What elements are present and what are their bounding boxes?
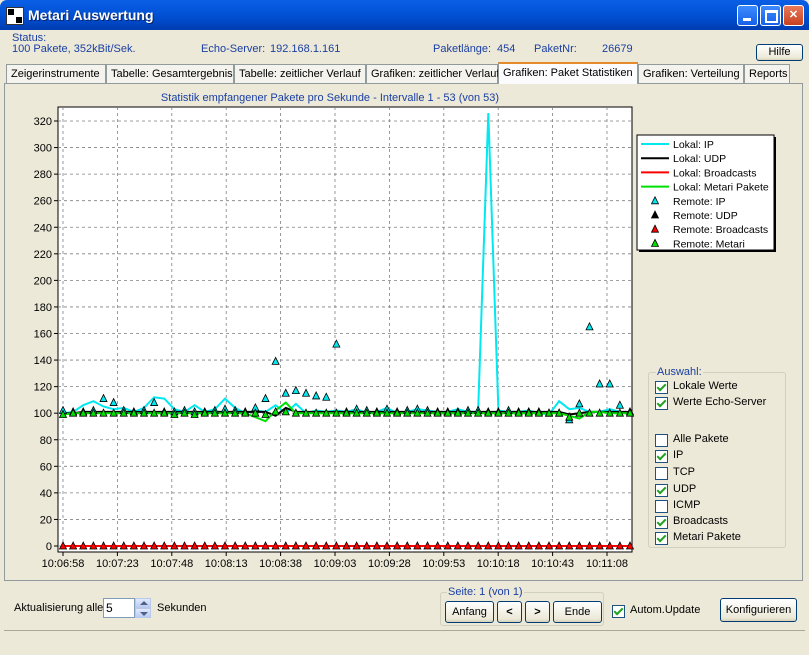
checkbox-check-icon xyxy=(655,397,668,410)
auswahl-item-label: IP xyxy=(673,449,684,461)
checkbox-check-icon xyxy=(655,450,668,463)
checkbox-check-icon xyxy=(655,516,668,529)
help-button[interactable]: Hilfe xyxy=(756,44,803,61)
tab-reports[interactable]: Reports xyxy=(744,64,790,83)
status-area: Status: 100 Pakete, 352kBit/Sek. Echo-Se… xyxy=(0,30,809,62)
auswahl-item-label: Alle Pakete xyxy=(673,433,729,445)
auswahl-item-label: Lokale Werte xyxy=(673,380,738,392)
konfigurieren-button[interactable]: Konfigurieren xyxy=(720,598,797,622)
main-window: Metari Auswertung ✕ Status: 100 Pakete, … xyxy=(0,0,809,655)
auswahl-item-label: Broadcasts xyxy=(673,515,729,527)
checkbox-empty-icon xyxy=(655,434,668,447)
auswahl-item-label: Werte Echo-Server xyxy=(673,396,767,408)
checkbox-empty-icon xyxy=(655,500,668,513)
auswahl-checkbox-icmp[interactable]: ICMP xyxy=(655,499,795,514)
tab-grafiken-verteilung[interactable]: Grafiken: Verteilung xyxy=(638,64,744,83)
update-interval-spinner: 5 xyxy=(103,598,151,618)
tab-bar: Zeigerinstrumente Tabelle: Gesamtergebni… xyxy=(6,62,803,84)
checkbox-check-icon xyxy=(655,484,668,497)
seite-label: Seite: 1 (von 1) xyxy=(447,586,524,598)
tab-grafiken-zeitlicher-verlauf[interactable]: Grafiken: zeitlicher Verlauf xyxy=(366,64,499,83)
paketlaenge-label: Paketlänge: xyxy=(433,43,492,55)
auswahl-checkbox-broadcasts[interactable]: Broadcasts xyxy=(655,515,795,530)
minimize-button[interactable] xyxy=(737,5,758,26)
auswahl-checkbox-lokale-werte[interactable]: Lokale Werte xyxy=(655,380,795,395)
auswahl-item-label: Metari Pakete xyxy=(673,531,741,543)
ende-button[interactable]: Ende xyxy=(553,601,602,623)
auswahl-item-label: TCP xyxy=(673,466,695,478)
minimize-icon xyxy=(743,18,751,21)
auswahl-checkbox-tcp[interactable]: TCP xyxy=(655,466,795,481)
checkbox-check-icon xyxy=(655,381,668,394)
update-interval-label: Aktualisierung alle xyxy=(14,602,104,614)
tab-tabelle-zeitlicher-verlauf[interactable]: Tabelle: zeitlicher Verlauf xyxy=(234,64,366,83)
autom-update-label: Autom.Update xyxy=(630,604,701,616)
spin-down-button[interactable] xyxy=(135,608,151,618)
paketnr-label: PaketNr: xyxy=(534,43,577,55)
auswahl-item-label: UDP xyxy=(673,483,697,495)
update-interval-input[interactable]: 5 xyxy=(103,598,135,618)
tab-zeigerinstrumente[interactable]: Zeigerinstrumente xyxy=(6,64,106,83)
paketlaenge-value: 454 xyxy=(497,43,516,55)
arrow-up-icon xyxy=(140,601,148,605)
auswahl-title: Auswahl: xyxy=(656,366,703,378)
auswahl-checkbox-udp[interactable]: UDP xyxy=(655,483,795,498)
status-summary: 100 Pakete, 352kBit/Sek. xyxy=(12,43,136,55)
auswahl-checkbox-metari-pakete[interactable]: Metari Pakete xyxy=(655,531,795,546)
spin-up-button[interactable] xyxy=(135,598,151,608)
app-icon xyxy=(6,7,24,25)
title-bar[interactable]: Metari Auswertung ✕ xyxy=(0,0,809,30)
next-button[interactable]: > xyxy=(525,601,550,623)
tab-tabelle-gesamtergebnis[interactable]: Tabelle: Gesamtergebnis xyxy=(106,64,234,83)
seconds-label: Sekunden xyxy=(157,602,207,614)
auswahl-checkbox-alle-pakete[interactable]: Alle Pakete xyxy=(655,433,795,448)
anfang-button[interactable]: Anfang xyxy=(445,601,494,623)
paketnr-value: 26679 xyxy=(602,43,633,55)
chart-title: Statistik empfangener Pakete pro Sekunde… xyxy=(160,92,500,104)
auswahl-checkbox-werte-echo-server[interactable]: Werte Echo-Server xyxy=(655,396,795,411)
autom-update-checkbox[interactable]: Autom.Update xyxy=(612,604,712,619)
close-button[interactable]: ✕ xyxy=(783,5,804,26)
maximize-button[interactable] xyxy=(760,5,781,26)
status-bar xyxy=(4,630,805,652)
checkbox-empty-icon xyxy=(655,467,668,480)
maximize-icon xyxy=(765,10,778,23)
auswahl-checkbox-ip[interactable]: IP xyxy=(655,449,795,464)
arrow-down-icon xyxy=(140,612,148,616)
prev-button[interactable]: < xyxy=(497,601,522,623)
auswahl-item-label: ICMP xyxy=(673,499,701,511)
echo-server-label: Echo-Server: xyxy=(201,43,266,55)
close-icon: ✕ xyxy=(788,9,799,21)
echo-server-value: 192.168.1.161 xyxy=(270,43,341,55)
tab-grafiken-paket-statistiken[interactable]: Grafiken: Paket Statistiken xyxy=(498,62,638,84)
window-title: Metari Auswertung xyxy=(28,7,154,23)
checkbox-check-icon xyxy=(612,605,625,618)
checkbox-check-icon xyxy=(655,532,668,545)
